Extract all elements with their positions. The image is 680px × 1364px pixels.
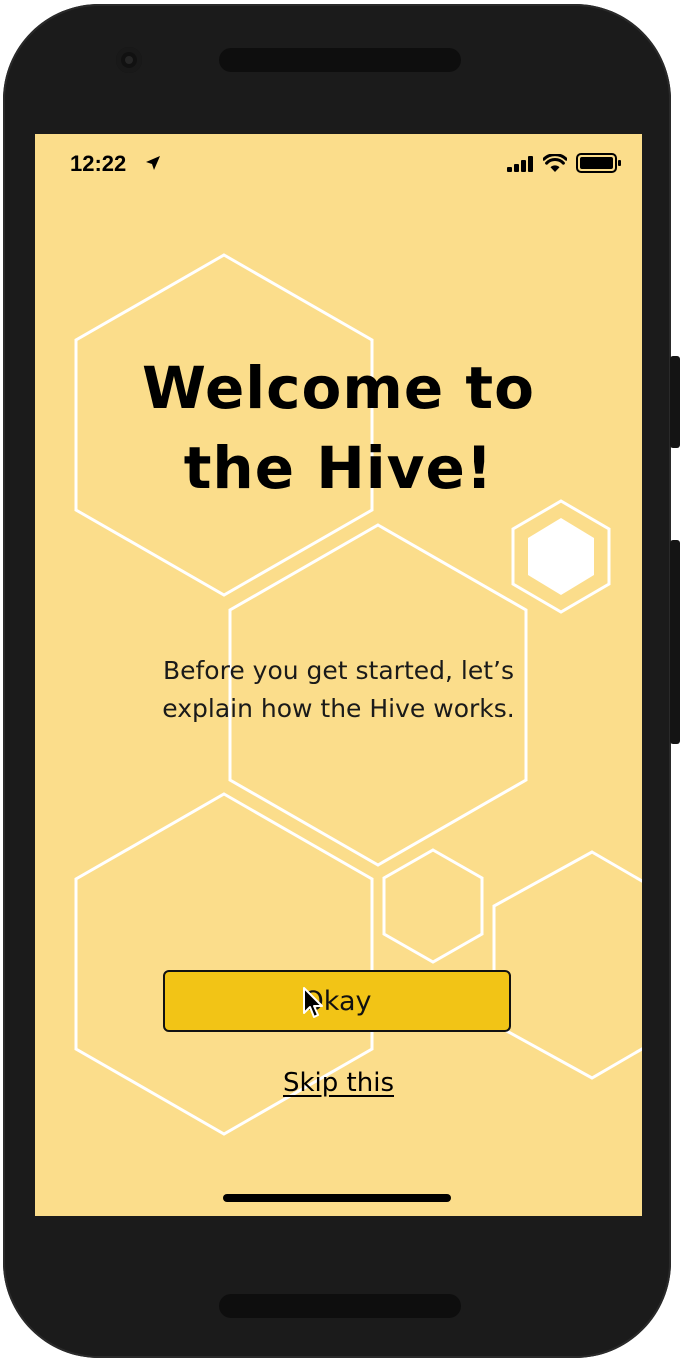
hexagon-filled <box>528 518 594 595</box>
onboarding-screen: 12:22 Welcome to the Hive! Before you ge… <box>35 134 642 1216</box>
power-button <box>670 540 680 744</box>
welcome-title: Welcome to the Hive! <box>35 348 642 508</box>
intro-text: Before you get started, let’s explain ho… <box>35 652 642 728</box>
intro-line-1: Before you get started, let’s <box>162 656 515 685</box>
top-speaker <box>219 48 461 72</box>
status-bar: 12:22 <box>35 134 642 194</box>
bottom-speaker <box>219 1294 461 1318</box>
title-line-2: the Hive! <box>183 434 494 502</box>
title-line-1: Welcome to <box>142 354 535 422</box>
battery-icon <box>576 153 621 173</box>
okay-button[interactable]: Okay <box>163 970 511 1032</box>
status-time: 12:22 <box>70 151 127 176</box>
mouse-cursor-icon <box>303 987 323 1018</box>
skip-link[interactable]: Skip this <box>35 1068 642 1098</box>
home-indicator[interactable] <box>223 1194 451 1202</box>
hexagon-outline <box>382 848 484 964</box>
intro-line-2: explain how the Hive works. <box>162 694 515 723</box>
wifi-icon <box>543 154 567 172</box>
location-arrow-icon <box>146 156 160 170</box>
front-camera <box>116 47 142 73</box>
hexagon-outline <box>492 850 642 1080</box>
cellular-signal-icon <box>507 156 533 172</box>
volume-button <box>670 356 680 448</box>
